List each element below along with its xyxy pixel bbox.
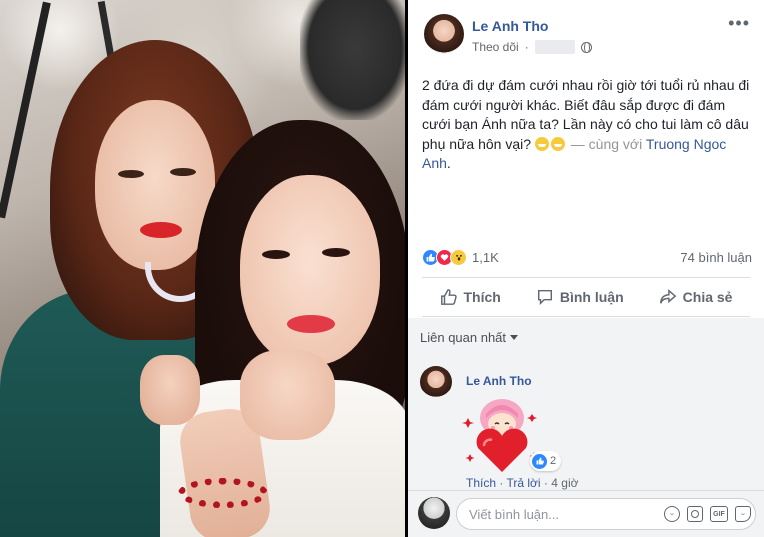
post-photo[interactable]	[0, 0, 405, 537]
comment-input-icons: ᵕ GIF ᵕ	[664, 499, 751, 529]
commenter-name[interactable]: Le Anh Tho	[466, 374, 532, 388]
with-label: — cùng với	[570, 135, 643, 152]
follow-link[interactable]: Theo dõi	[472, 40, 519, 54]
comment-label: Bình luận	[559, 289, 624, 305]
like-button[interactable]: Thích	[440, 288, 501, 306]
comment-reactions[interactable]: 2	[530, 451, 562, 471]
photo-background-person	[300, 0, 405, 120]
photo-eye	[262, 250, 290, 259]
gif-icon[interactable]: GIF	[710, 506, 728, 522]
camera-icon[interactable]	[687, 506, 703, 522]
more-options-icon[interactable]: •••	[728, 14, 750, 32]
post-panel: Le Anh Tho Theo dõi · ••• 2 đứa đi dự đá…	[408, 0, 764, 537]
grin-emoji-icon	[550, 136, 565, 151]
comment-input[interactable]: Viết bình luận... ᵕ GIF ᵕ	[456, 498, 756, 530]
photo-fist	[240, 350, 335, 440]
comment-input-placeholder: Viết bình luận...	[469, 506, 560, 522]
photo-face-right	[240, 175, 380, 365]
comment-reply-link[interactable]: Trả lời	[506, 476, 540, 490]
photo-eye	[118, 170, 144, 178]
author-avatar[interactable]	[424, 14, 464, 54]
photo-eye	[322, 248, 350, 257]
comment-actions: Thích · Trả lời · 4 giờ	[466, 476, 578, 490]
photo-bracelet	[178, 478, 268, 508]
thumbs-up-icon	[440, 289, 457, 305]
comments-section: Liên quan nhất Le Anh Tho 2 Thích · Trả …	[408, 318, 764, 537]
smile-icon[interactable]: ᵕ	[664, 506, 680, 522]
caret-down-icon	[510, 335, 519, 340]
comment-reaction-count: 2	[550, 455, 557, 467]
comment-time[interactable]: 4 giờ	[551, 476, 578, 490]
comment-button[interactable]: Bình luận	[536, 288, 624, 306]
author-name[interactable]: Le Anh Tho	[472, 18, 548, 34]
middle-dot: ·	[524, 40, 529, 54]
comment-icon	[537, 289, 552, 306]
photo-hand	[140, 355, 200, 425]
post-text: 2 đứa đi dự đám cưới nhau rồi giờ tới tu…	[422, 76, 754, 174]
share-label: Chia sẻ	[682, 289, 733, 305]
reaction-count[interactable]: 1,1K	[472, 250, 499, 265]
post-actions: Thích Bình luận Chia sẻ	[422, 280, 750, 314]
comment-count[interactable]: 74 bình luận	[680, 250, 752, 265]
write-comment-row: Viết bình luận... ᵕ GIF ᵕ	[408, 490, 764, 537]
viewer-avatar[interactable]	[418, 497, 450, 529]
sort-label: Liên quan nhất	[420, 330, 507, 345]
photo-eye	[170, 168, 196, 176]
reactions-summary: 1,1K 74 bình luận	[422, 246, 752, 268]
like-reaction-icon	[532, 453, 547, 469]
post-timestamp-blurred[interactable]	[534, 40, 575, 54]
grin-emoji-icon	[534, 136, 549, 151]
photo-lips	[287, 315, 335, 333]
share-button[interactable]: Chia sẻ	[659, 288, 733, 306]
photo-lips	[140, 222, 182, 238]
divider	[422, 277, 750, 278]
divider	[422, 316, 750, 317]
post-meta: Theo dõi ·	[472, 40, 592, 54]
comment-sort-dropdown[interactable]: Liên quan nhất	[420, 330, 519, 345]
commenter-avatar[interactable]	[420, 366, 452, 398]
post-header: Le Anh Tho Theo dõi · •••	[408, 0, 764, 70]
like-label: Thích	[463, 289, 501, 305]
post-punct: .	[446, 155, 451, 171]
sticker-icon[interactable]: ᵕ	[735, 506, 751, 522]
comment-like-link[interactable]: Thích	[466, 476, 496, 490]
share-icon	[659, 289, 676, 304]
globe-icon[interactable]	[580, 41, 592, 53]
wow-reaction-icon[interactable]	[450, 248, 467, 266]
